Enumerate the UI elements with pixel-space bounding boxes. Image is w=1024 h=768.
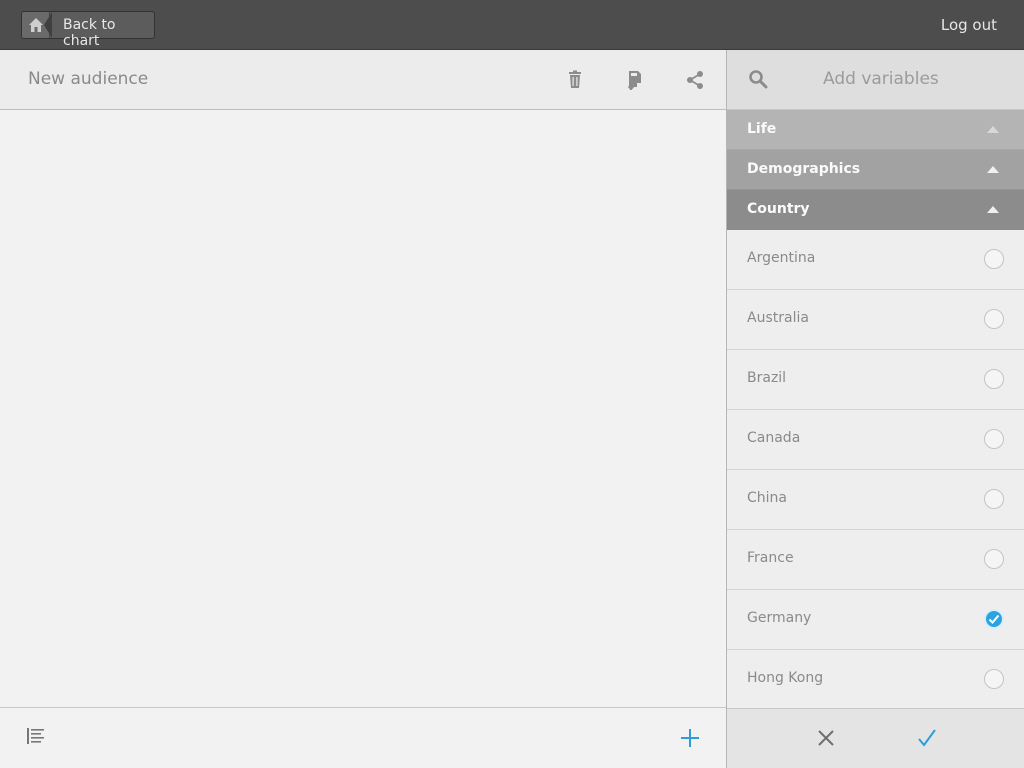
- list-item[interactable]: Germany: [727, 590, 1024, 650]
- check-icon: [988, 614, 1000, 624]
- radio-button[interactable]: [984, 369, 1004, 389]
- list-item[interactable]: Hong Kong: [727, 650, 1024, 710]
- list-item[interactable]: China: [727, 470, 1024, 530]
- audience-header: New audience: [0, 50, 726, 110]
- radio-button[interactable]: [984, 549, 1004, 569]
- check-icon[interactable]: [917, 728, 937, 752]
- variables-title: Add variables: [823, 69, 939, 89]
- list-item[interactable]: France: [727, 530, 1024, 590]
- back-arrow-icon: [44, 12, 52, 38]
- radio-button[interactable]: [984, 429, 1004, 449]
- country-label: Australia: [747, 310, 809, 326]
- list-item[interactable]: Argentina: [727, 230, 1024, 290]
- radio-button[interactable]: [984, 669, 1004, 689]
- back-to-chart-label: Back to chart: [63, 17, 116, 49]
- country-list: Argentina Australia Brazil Canada China …: [727, 230, 1024, 710]
- close-icon[interactable]: [817, 729, 835, 751]
- radio-button[interactable]: [984, 309, 1004, 329]
- radio-button[interactable]: [984, 489, 1004, 509]
- variables-header: Add variables: [727, 50, 1024, 110]
- radio-button-checked[interactable]: [984, 609, 1004, 629]
- country-label: France: [747, 550, 794, 566]
- country-label: China: [747, 490, 787, 506]
- audience-panel: New audience: [0, 50, 726, 768]
- radio-button[interactable]: [984, 249, 1004, 269]
- search-icon[interactable]: [748, 69, 768, 93]
- country-label: Brazil: [747, 370, 787, 386]
- audience-footer: [0, 707, 726, 768]
- list-item[interactable]: Canada: [727, 410, 1024, 470]
- list-item[interactable]: Australia: [727, 290, 1024, 350]
- top-bar: Back to chart Log out: [0, 0, 1024, 50]
- section-life[interactable]: Life: [727, 110, 1024, 150]
- country-label: Canada: [747, 430, 801, 446]
- section-country[interactable]: Country: [727, 190, 1024, 230]
- audience-title: New audience: [28, 69, 149, 89]
- list-icon[interactable]: [27, 728, 45, 748]
- section-demographics[interactable]: Demographics: [727, 150, 1024, 190]
- back-to-chart-button[interactable]: Back to chart: [21, 11, 155, 49]
- country-label: Germany: [747, 610, 812, 626]
- caret-up-icon: [987, 166, 999, 173]
- plus-icon[interactable]: [679, 727, 701, 753]
- country-label: Hong Kong: [747, 670, 824, 686]
- variables-panel: Add variables Life Demographics Country …: [727, 50, 1024, 768]
- variables-footer: [727, 708, 1024, 768]
- country-label: Argentina: [747, 250, 816, 266]
- caret-up-icon: [987, 126, 999, 133]
- logout-link[interactable]: Log out: [941, 16, 997, 34]
- save-icon[interactable]: [625, 70, 645, 91]
- trash-icon[interactable]: [565, 70, 585, 90]
- section-label: Country: [747, 201, 810, 217]
- list-item[interactable]: Brazil: [727, 350, 1024, 410]
- caret-up-icon: [987, 206, 999, 213]
- share-icon[interactable]: [685, 70, 705, 90]
- section-label: Demographics: [747, 161, 861, 177]
- section-label: Life: [747, 121, 777, 137]
